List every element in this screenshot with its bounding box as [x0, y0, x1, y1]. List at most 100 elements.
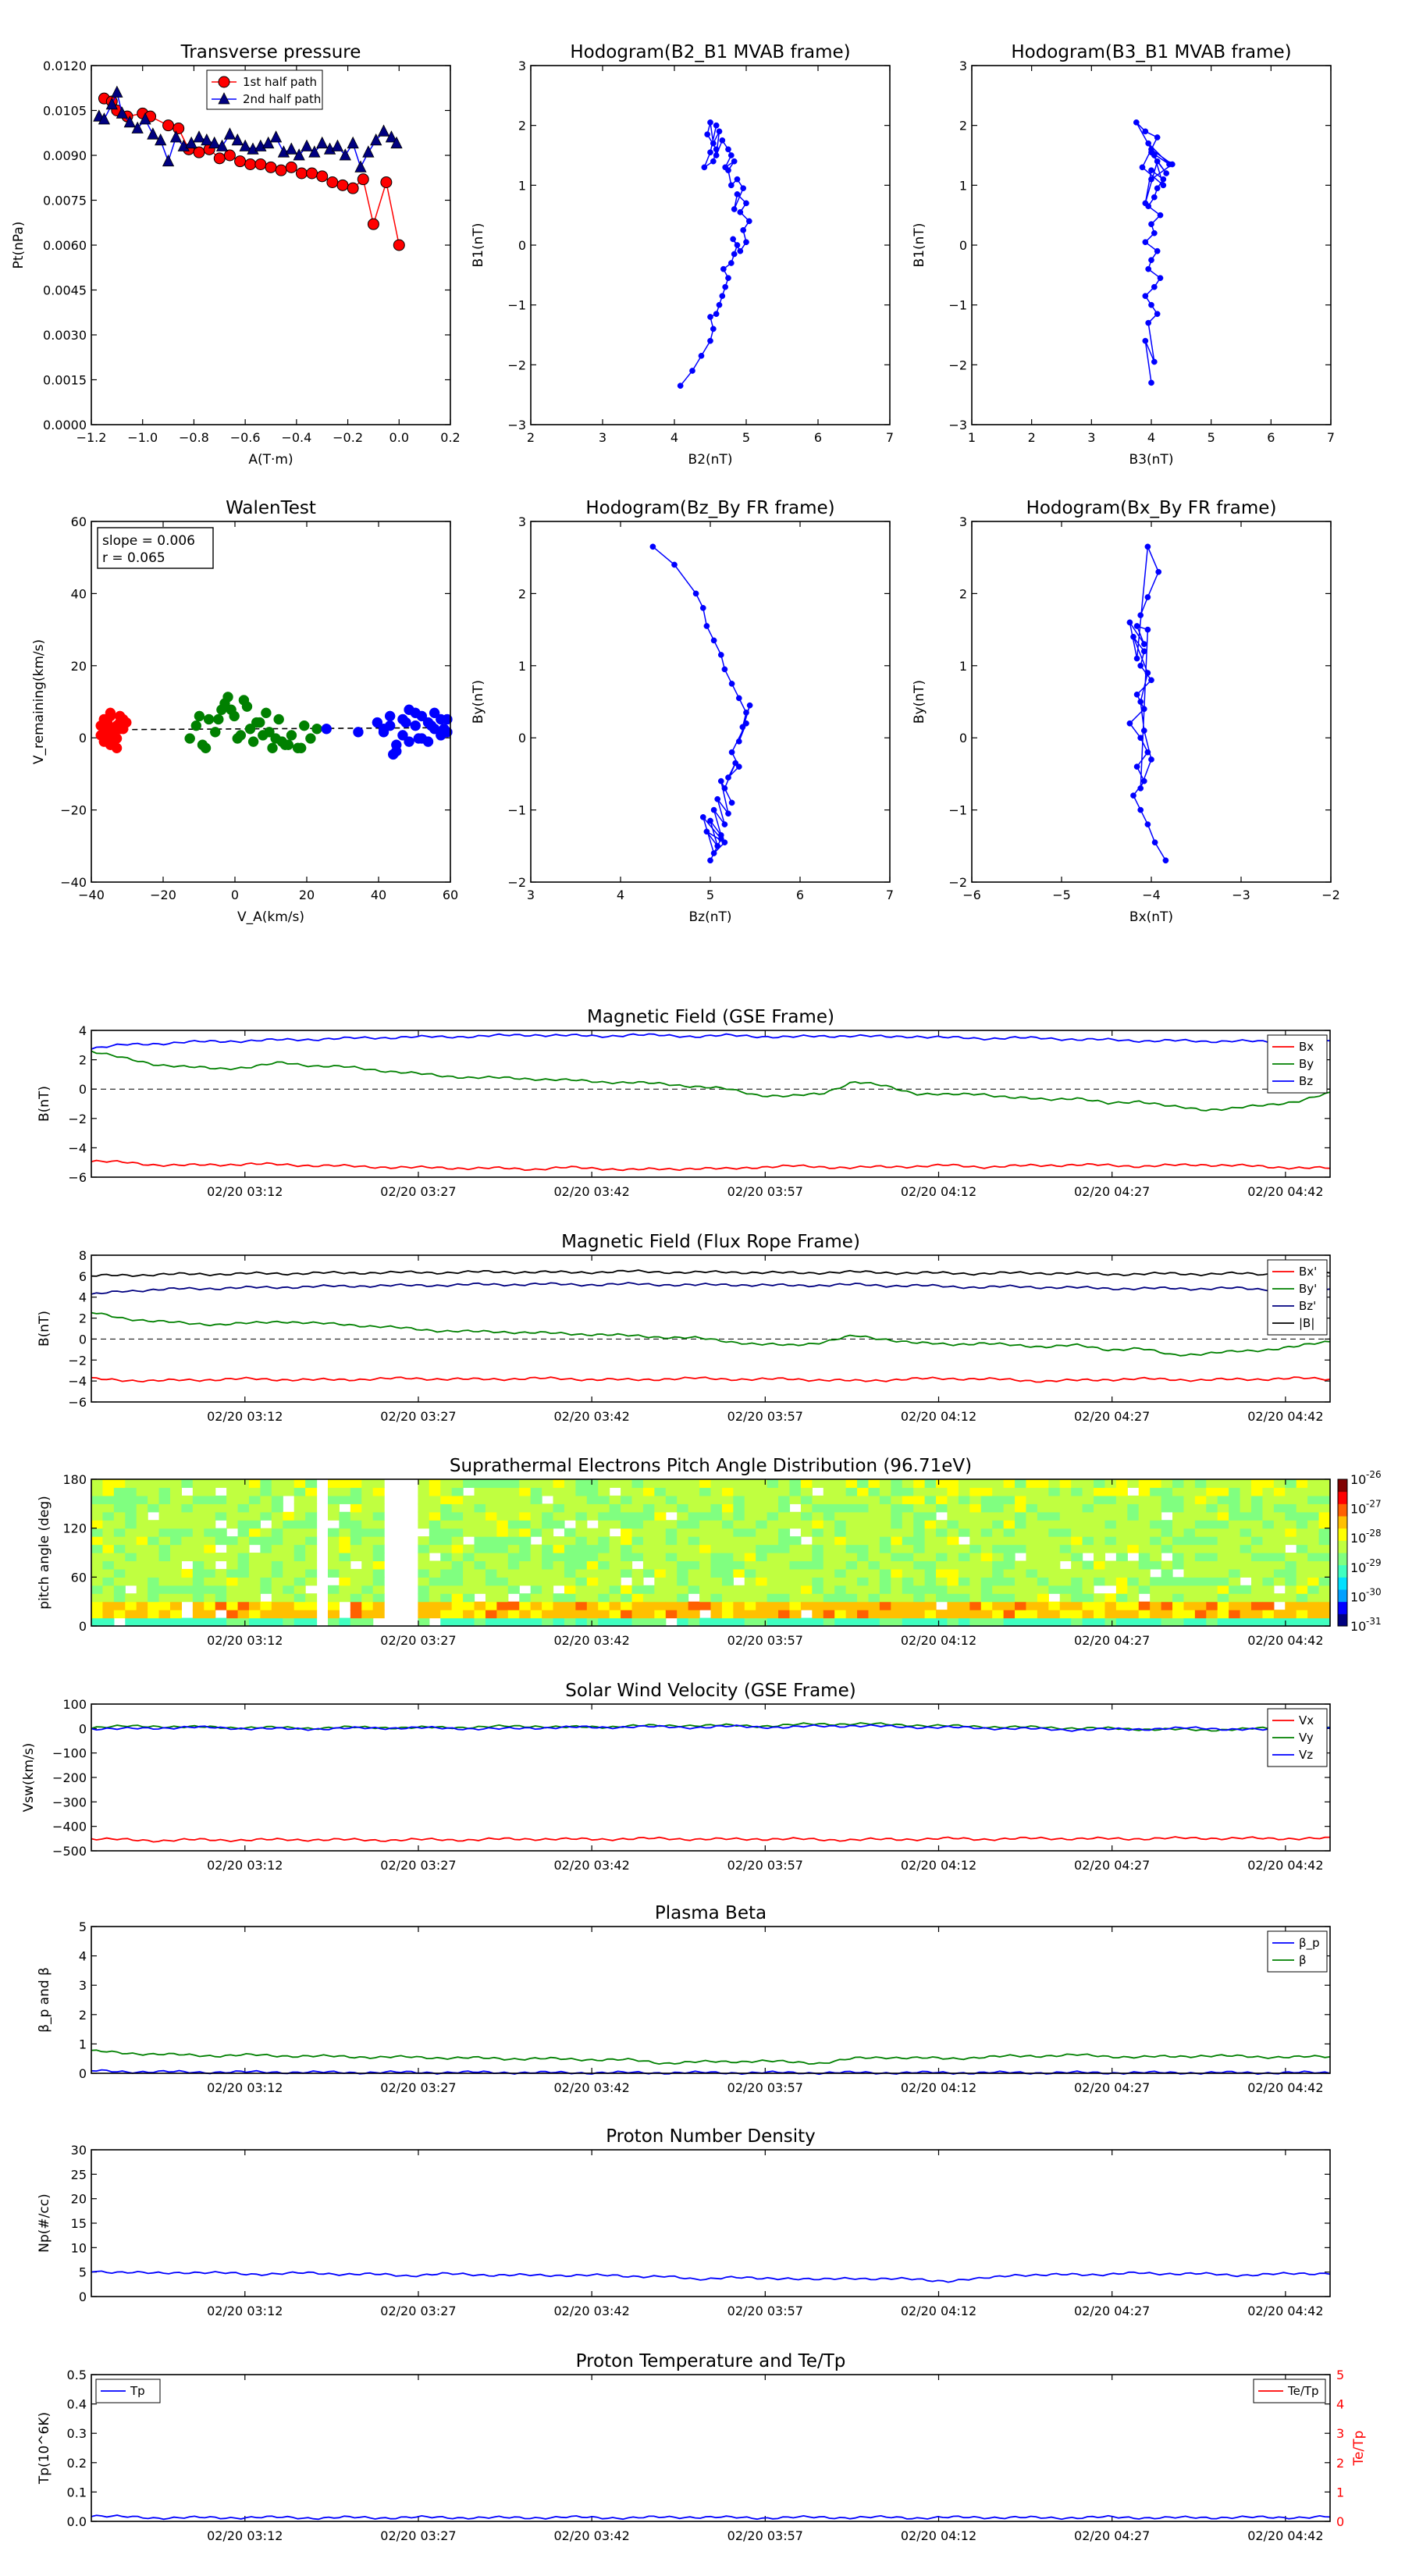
- heatmap-cell: [879, 1503, 891, 1513]
- data-point: [734, 190, 741, 197]
- heatmap-cell: [248, 1553, 261, 1562]
- heatmap-cell: [969, 1593, 982, 1603]
- y-tick-label: 0: [79, 2290, 87, 2304]
- heatmap-cell: [586, 1503, 599, 1513]
- chart-pitch-angle: Suprathermal Electrons Pitch Angle Distr…: [37, 1456, 1382, 1648]
- heatmap-cell: [1217, 1487, 1229, 1496]
- plot-frame-hodogram-bz-by: [530, 521, 891, 883]
- heatmap-cell: [947, 1568, 959, 1578]
- heatmap-cell: [248, 1568, 261, 1578]
- heatmap-cell: [1037, 1577, 1049, 1586]
- heatmap-cell: [113, 1511, 126, 1521]
- heatmap-cell: [902, 1495, 914, 1504]
- heatmap-cell: [1026, 1617, 1038, 1627]
- heatmap-cell: [1104, 1593, 1117, 1603]
- heatmap-cell: [1183, 1560, 1196, 1570]
- heatmap-cell: [631, 1495, 644, 1504]
- heatmap-cell: [204, 1511, 216, 1521]
- heatmap-cell: [1285, 1568, 1297, 1578]
- heatmap-cell: [496, 1479, 509, 1489]
- heatmap-cell: [372, 1511, 385, 1521]
- heatmap-cell: [575, 1487, 588, 1496]
- heatmap-cell: [936, 1479, 948, 1489]
- heatmap-cell: [496, 1617, 509, 1627]
- heatmap-cell: [1307, 1503, 1320, 1513]
- heatmap-cell: [136, 1610, 148, 1619]
- heatmap-cell: [226, 1585, 239, 1594]
- heatmap-cell: [237, 1536, 250, 1546]
- heatmap-cell: [1082, 1610, 1094, 1619]
- heatmap-cell: [1172, 1610, 1185, 1619]
- heatmap-cell: [1026, 1520, 1038, 1529]
- heatmap-cell: [677, 1610, 689, 1619]
- heatmap-cell: [237, 1617, 250, 1627]
- heatmap-cell: [158, 1577, 171, 1586]
- heatmap-cell: [169, 1503, 183, 1513]
- heatmap-cell: [902, 1593, 914, 1603]
- data-point: [1130, 633, 1136, 640]
- heatmap-cell: [463, 1544, 475, 1553]
- heatmap-cell: [575, 1577, 588, 1586]
- y-tick-label: −2: [68, 1112, 87, 1126]
- heatmap-cell: [654, 1511, 667, 1521]
- heatmap-cell: [1104, 1617, 1117, 1627]
- y-axis-label: pitch angle (deg): [37, 1496, 52, 1610]
- heatmap-cell: [1094, 1610, 1106, 1619]
- heatmap-cell: [699, 1553, 712, 1562]
- heatmap-cell: [418, 1553, 430, 1562]
- heatmap-cell: [542, 1528, 554, 1537]
- heatmap-cell: [148, 1479, 160, 1489]
- y-tick-label: 1: [79, 2037, 87, 2051]
- heatmap-cell: [1318, 1610, 1331, 1619]
- heatmap-cell: [1318, 1593, 1331, 1603]
- x-tick-label: 5: [742, 430, 750, 445]
- heatmap-cell: [958, 1520, 970, 1529]
- heatmap-cell: [1026, 1544, 1038, 1553]
- heatmap-cell: [1015, 1593, 1027, 1603]
- y-tick-label: 0.0120: [43, 59, 87, 73]
- heatmap-cell: [418, 1536, 430, 1546]
- heatmap-cell: [440, 1520, 453, 1529]
- heatmap-cell: [564, 1577, 576, 1586]
- data-point: [247, 736, 259, 747]
- data-point: [722, 283, 729, 290]
- heatmap-cell: [1318, 1520, 1331, 1529]
- heatmap-cell: [136, 1568, 148, 1578]
- heatmap-cell: [980, 1585, 993, 1594]
- heatmap-cell: [1037, 1601, 1049, 1610]
- heatmap-cell: [631, 1617, 644, 1627]
- heatmap-cell: [586, 1568, 599, 1578]
- data-point: [1151, 358, 1158, 365]
- heatmap-cell: [969, 1511, 982, 1521]
- heatmap-cell: [665, 1536, 678, 1546]
- heatmap-cell: [1115, 1568, 1128, 1578]
- heatmap-cell: [902, 1585, 914, 1594]
- data-point: [743, 200, 749, 207]
- heatmap-cell: [91, 1610, 104, 1619]
- heatmap-cell: [947, 1536, 959, 1546]
- y-tick-label: 20: [71, 659, 87, 674]
- heatmap-cell: [857, 1487, 870, 1496]
- heatmap-cell: [372, 1585, 385, 1594]
- heatmap-cell: [598, 1479, 610, 1489]
- heatmap-cell: [812, 1560, 824, 1570]
- heatmap-cell: [372, 1479, 385, 1489]
- heatmap-cell: [1015, 1577, 1027, 1586]
- data-point: [735, 738, 742, 745]
- heatmap-cell: [519, 1479, 532, 1489]
- heatmap-cell: [733, 1487, 745, 1496]
- figure-canvas: Transverse pressure−1.2 −1.0 −0.8 −0.6 −0.4−…: [11, 42, 1382, 2543]
- data-point: [1145, 265, 1152, 272]
- heatmap-cell: [293, 1601, 306, 1610]
- heatmap-cell: [575, 1560, 588, 1570]
- heatmap-cell: [91, 1511, 104, 1521]
- heatmap-cell: [654, 1560, 667, 1570]
- heatmap-cell: [1015, 1487, 1027, 1496]
- series-line-0: [652, 546, 751, 861]
- colorbar-segment: [1338, 1479, 1347, 1493]
- heatmap-cell: [248, 1495, 261, 1504]
- heatmap-cell: [969, 1601, 982, 1610]
- heatmap-cell: [327, 1503, 340, 1513]
- heatmap-cell: [823, 1601, 835, 1610]
- heatmap-cell: [1273, 1610, 1286, 1619]
